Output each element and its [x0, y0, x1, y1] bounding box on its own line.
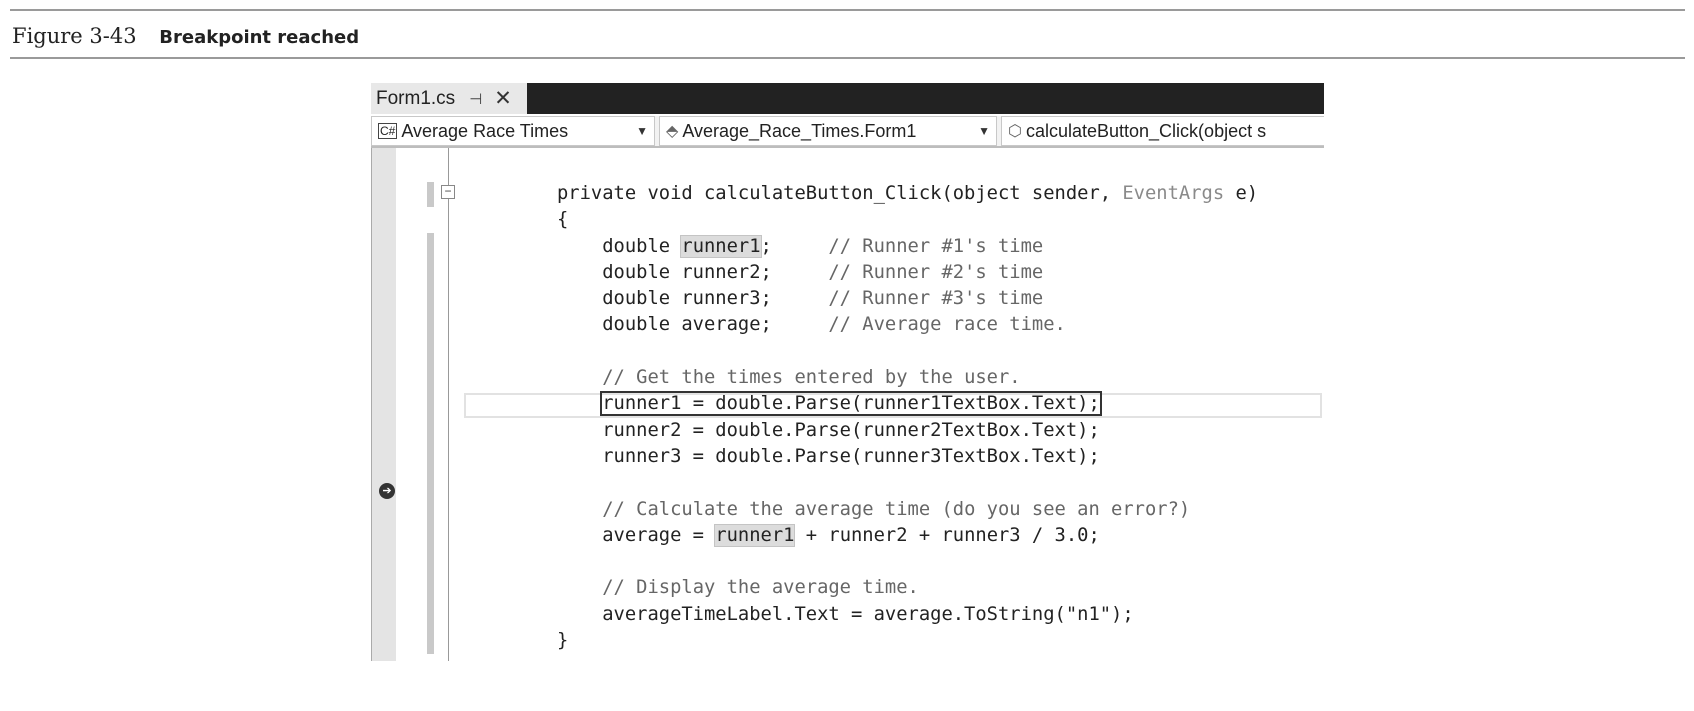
outline-line [448, 148, 449, 661]
code-line: double runner3; // Runner #3's time [557, 286, 1258, 312]
navigation-bar: C# Average Race Times ▼ ⬘ Average_Race_T… [371, 116, 1324, 148]
highlighted-reference: runner1 [714, 523, 796, 547]
code-line: } [557, 628, 1258, 654]
pin-icon[interactable]: ⊣ [469, 90, 482, 108]
code-token: ; [760, 235, 829, 257]
project-label: Average Race Times [401, 120, 569, 141]
code-token: averageTimeLabel.Text = average.ToString… [557, 603, 1134, 625]
change-bar [427, 182, 434, 207]
figure-title: Breakpoint reached [159, 27, 360, 48]
tab-bar: Form1.cs ⊣ ✕ [371, 83, 1324, 114]
close-icon[interactable]: ✕ [494, 86, 512, 111]
member-label: calculateButton_Click(object s [1025, 120, 1267, 141]
code-token: } [557, 630, 569, 652]
code-token: double runner2; [557, 261, 829, 283]
tab-label: Form1.cs [376, 87, 456, 109]
class-label: Average_Race_Times.Form1 [682, 120, 917, 141]
code-editor: Form1.cs ⊣ ✕ C# Average Race Times ▼ ⬘ A… [371, 83, 1324, 661]
code-token: double [557, 235, 682, 257]
code-comment: // Calculate the average time (do you se… [602, 498, 1191, 520]
indicator-margin[interactable]: ➔ [371, 148, 396, 661]
highlighted-reference: runner1 [680, 234, 762, 258]
code-comment: // Runner #3's time [828, 288, 1044, 310]
top-rule [10, 9, 1685, 11]
code-line: double average; // Average race time. [557, 312, 1258, 338]
code-token: runner3 = double.Parse(runner3TextBox.Te… [557, 445, 1100, 467]
code-comment: // Display the average time. [602, 577, 919, 599]
code-line: // Calculate the average time (do you se… [557, 497, 1258, 523]
code-line: runner2 = double.Parse(runner2TextBox.Te… [557, 418, 1258, 444]
code-line: // Display the average time. [557, 575, 1258, 601]
code-line: // Get the times entered by the user. [557, 365, 1258, 391]
code-line: runner3 = double.Parse(runner3TextBox.Te… [557, 444, 1258, 470]
code-text[interactable]: private void calculateButton_Click(objec… [557, 181, 1258, 654]
code-token: e) [1224, 183, 1259, 204]
code-line: average = runner1 + runner2 + runner3 / … [557, 523, 1258, 549]
code-comment: // Get the times entered by the user. [602, 367, 1021, 389]
code-line: double runner2; // Runner #2's time [557, 260, 1258, 286]
class-dropdown[interactable]: ⬘ Average_Race_Times.Form1 ▼ [659, 116, 997, 146]
code-line: averageTimeLabel.Text = average.ToString… [557, 602, 1258, 628]
chevron-down-icon: ▼ [978, 124, 990, 138]
code-comment: // Runner #1's time [828, 235, 1044, 257]
code-token: { [557, 209, 569, 231]
code-token: average = [557, 524, 716, 546]
figure-number: Figure 3-43 [12, 24, 137, 48]
member-dropdown[interactable]: ⬡ calculateButton_Click(object s [1001, 116, 1324, 146]
code-line: { [557, 207, 1258, 233]
code-comment: // Runner #2's time [828, 261, 1044, 283]
code-line: private void calculateButton_Click(objec… [557, 181, 1258, 207]
code-line: runner1 = double.Parse(runner1TextBox.Te… [557, 391, 1258, 417]
code-token: double runner3; [557, 288, 829, 310]
bottom-rule [10, 57, 1685, 59]
current-statement-arrow-icon: ➔ [379, 483, 395, 499]
figure-caption: Figure 3-43 Breakpoint reached [12, 24, 359, 48]
class-icon: ⬘ [666, 123, 679, 140]
current-statement: runner1 = double.Parse(runner1TextBox.Te… [600, 391, 1102, 417]
code-token: + runner2 + runner3 / 3.0; [794, 524, 1100, 546]
project-dropdown[interactable]: C# Average Race Times ▼ [371, 116, 655, 146]
csharp-icon: C# [378, 123, 398, 139]
code-token: double average; [557, 314, 829, 336]
change-bar [427, 233, 434, 654]
code-line: double runner1; // Runner #1's time [557, 234, 1258, 260]
chevron-down-icon: ▼ [636, 124, 648, 138]
type-name: EventArgs [1122, 183, 1225, 204]
code-token: runner2 = double.Parse(runner2TextBox.Te… [557, 419, 1100, 441]
code-comment: // Average race time. [828, 314, 1066, 336]
tab-form1-cs[interactable]: Form1.cs ⊣ ✕ [371, 83, 527, 114]
code-token: private void calculateButton_Click(objec… [557, 183, 1123, 204]
collapse-icon[interactable]: − [441, 185, 455, 199]
method-icon: ⬡ [1008, 123, 1022, 140]
